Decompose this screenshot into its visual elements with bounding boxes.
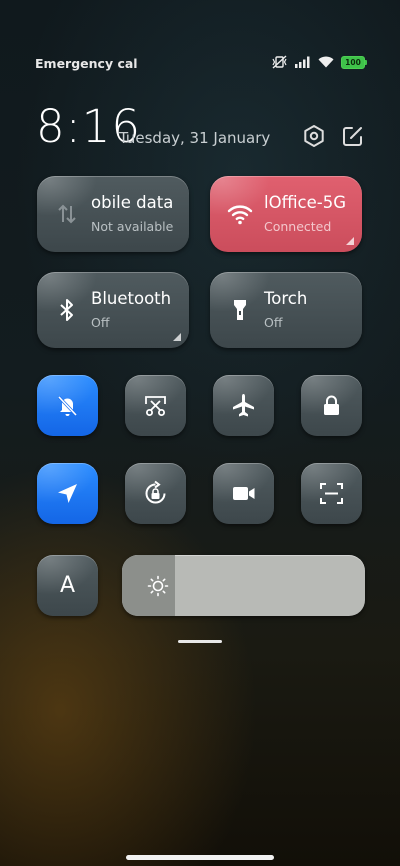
vibrate-muted-icon bbox=[272, 55, 287, 69]
bell-off-icon bbox=[57, 395, 78, 417]
data-arrows-icon bbox=[58, 204, 76, 224]
lock-toggle[interactable] bbox=[301, 375, 362, 436]
scanner-toggle[interactable] bbox=[301, 463, 362, 524]
font-size-label: A bbox=[59, 573, 76, 598]
font-size-button[interactable]: A bbox=[37, 555, 98, 616]
settings-icon[interactable] bbox=[301, 123, 327, 149]
bluetooth-icon bbox=[60, 299, 73, 321]
torch-icon bbox=[234, 300, 246, 320]
sun-icon bbox=[147, 575, 169, 597]
bluetooth-tile[interactable]: Bluetooth Off bbox=[37, 272, 189, 348]
rotation-lock-toggle[interactable] bbox=[125, 463, 186, 524]
bluetooth-title: Bluetooth bbox=[91, 289, 172, 308]
wifi-status: Connected bbox=[264, 219, 332, 234]
scan-icon bbox=[320, 483, 343, 504]
location-arrow-icon bbox=[58, 484, 77, 503]
video-camera-icon bbox=[233, 487, 255, 500]
torch-tile[interactable]: Torch Off bbox=[210, 272, 362, 348]
screen-recorder-toggle[interactable] bbox=[213, 463, 274, 524]
brightness-slider[interactable] bbox=[122, 555, 365, 616]
bluetooth-status: Off bbox=[91, 315, 110, 330]
mobile-data-status: Not available bbox=[91, 219, 174, 234]
status-icons: 100 bbox=[271, 55, 367, 69]
rotation-lock-icon bbox=[145, 480, 166, 504]
mute-toggle[interactable] bbox=[37, 375, 98, 436]
location-toggle[interactable] bbox=[37, 463, 98, 524]
wifi-icon bbox=[227, 205, 253, 225]
date: Tuesday, 31 January bbox=[119, 129, 271, 147]
signal-icon bbox=[295, 56, 310, 68]
expand-corner-icon[interactable] bbox=[346, 237, 354, 245]
scissors-icon bbox=[145, 396, 166, 416]
wifi-tile[interactable]: lOffice-5G Connected bbox=[210, 176, 362, 252]
screenshot-toggle[interactable] bbox=[125, 375, 186, 436]
wifi-network-name: lOffice-5G bbox=[264, 193, 346, 212]
status-carrier-text: Emergency calls o bbox=[35, 56, 137, 71]
mobile-data-title: obile data bbox=[91, 193, 174, 212]
battery-icon: 100 bbox=[341, 55, 367, 69]
mobile-data-tile[interactable]: obile data Not available bbox=[37, 176, 189, 252]
edit-icon[interactable] bbox=[340, 123, 366, 149]
expand-corner-icon[interactable] bbox=[173, 333, 181, 341]
lock-icon bbox=[324, 395, 339, 415]
airplane-icon bbox=[233, 394, 254, 417]
wifi-icon bbox=[318, 56, 334, 68]
torch-title: Torch bbox=[264, 289, 308, 308]
home-indicator[interactable] bbox=[126, 855, 274, 860]
torch-status: Off bbox=[264, 315, 283, 330]
panel-handle[interactable] bbox=[178, 640, 222, 643]
airplane-toggle[interactable] bbox=[213, 375, 274, 436]
